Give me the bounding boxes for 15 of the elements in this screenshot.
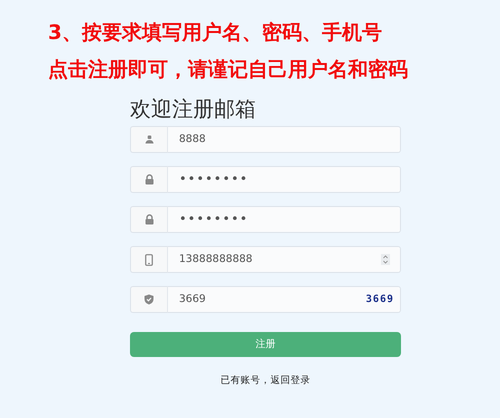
spinner-icon[interactable] <box>381 254 390 265</box>
captcha-image[interactable]: 3669 <box>366 292 394 307</box>
input-field[interactable]: 8888 <box>168 126 401 153</box>
login-link[interactable]: 已有账号，返回登录 <box>220 375 310 386</box>
password-field[interactable]: •••••••• <box>168 166 401 193</box>
form-title: 欢迎注册邮箱 <box>130 96 257 122</box>
input-field[interactable]: 13888888888 <box>168 246 401 273</box>
user-icon <box>144 135 154 144</box>
password-field[interactable]: •••••••• <box>168 206 401 233</box>
instruction-text: 点击注册即可，请谨记自己用户名和密码 <box>48 56 409 83</box>
instruction-text: 3、按要求填写用户名、密码、手机号 <box>48 19 383 46</box>
phone-icon <box>145 254 153 266</box>
lock-icon <box>144 174 154 185</box>
shield-icon <box>144 294 154 305</box>
lock-icon <box>144 214 154 225</box>
